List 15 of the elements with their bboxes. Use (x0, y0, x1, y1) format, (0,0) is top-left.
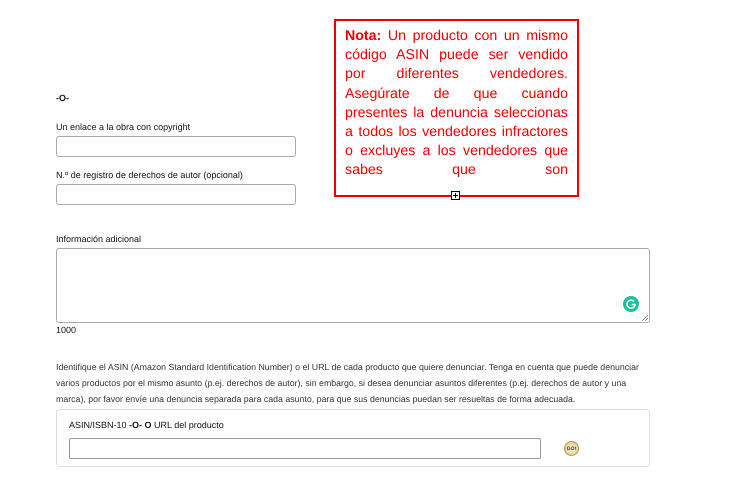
product-input-field[interactable] (69, 438, 541, 459)
textarea-field[interactable] (56, 248, 650, 323)
field-label: N.º de registro de derechos de autor (opcional) (56, 170, 243, 180)
input-field[interactable] (56, 136, 296, 157)
separator-text: -O- (56, 93, 69, 103)
character-counter: 1000 (56, 325, 76, 335)
grammar-check-icon[interactable] (623, 296, 639, 312)
plus-icon[interactable] (451, 191, 460, 200)
resize-grip-icon[interactable] (642, 315, 648, 321)
field-label: ASIN/ISBN-10 -O- O URL del producto (69, 420, 224, 430)
input-field[interactable] (56, 184, 296, 205)
field-label: Información adicional (56, 234, 142, 244)
note-callout: Nota: Un producto con un mismo código ASIN puede ser vendido por diferentes vendedores. Asegúrate de que cuando presentes la denuncia seleccionas a todos los vendedores infractores o excluyes a los vendedores que sabes que son (334, 19, 579, 197)
instructions-text: Identifique el ASIN (Amazon Standard Identification Number) o el URL de cada producto que quiere denunciar. Tenga en cuenta que puede denunciar varios productos por el mismo asunto (p.ej. derechos de autor), sin embargo, si desea denunciar asuntos diferentes (p.ej. derechos de autor y una marca), por favor envíe una denuncia separada para cada asunto, para que sus denuncias puedan ser resueltas de forma adecuada. (56, 361, 640, 406)
field-label: Un enlace a la obra con copyright (56, 122, 190, 132)
